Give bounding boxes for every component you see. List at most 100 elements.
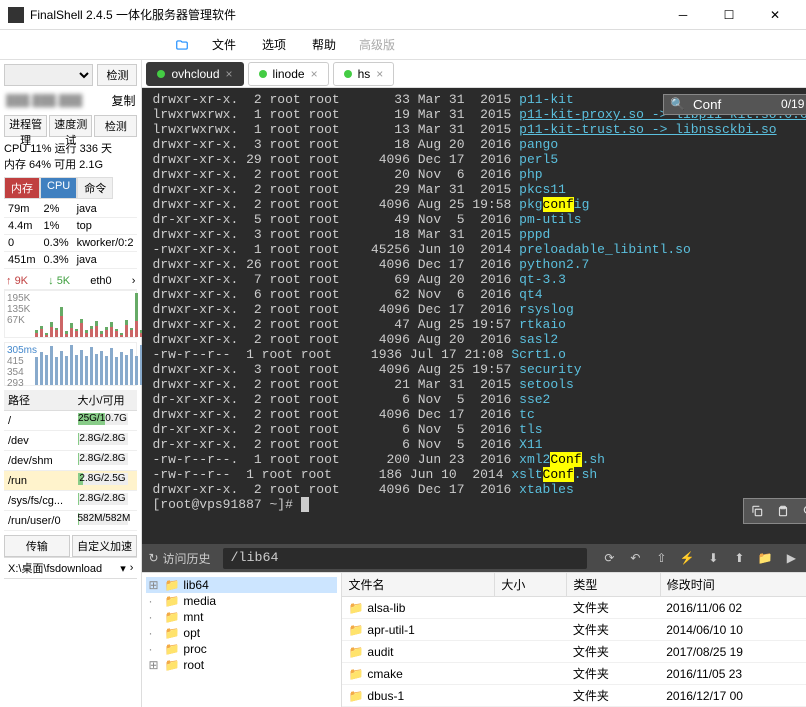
folder-icon: 📁 [164,626,179,640]
tree-node[interactable]: ⊞📁lib64 [146,577,337,593]
col-size[interactable]: 大小 [495,573,567,597]
terminal-line: drwxr-xr-x. 7 root root 69 Aug 20 2016 q… [152,272,806,287]
terminal-line: -rw-r--r--. 1 root root 200 Jun 23 2016 … [152,452,806,467]
tree-node[interactable]: ·📁mnt [146,609,337,625]
menu-file[interactable]: 文件 [201,31,247,58]
maximize-button[interactable]: ☐ [706,0,752,30]
tree-node[interactable]: ·📁opt [146,625,337,641]
menu-advanced[interactable]: 高级版 [359,36,395,53]
terminal-line: drwxr-xr-x. 2 root root 4096 Aug 20 2016… [152,332,806,347]
terminal-line: lrwxrwxrwx. 1 root root 13 Mar 31 2015 p… [152,122,806,137]
folder-tree[interactable]: ⊞📁lib64·📁media·📁mnt·📁opt·📁proc⊞📁root [142,573,342,707]
speed-test-button[interactable]: 速度测试 [49,115,92,137]
window-title: FinalShell 2.4.5 一体化服务器管理软件 [30,6,660,23]
session-tab[interactable]: hs× [333,62,395,86]
terminal-toolbox [743,498,806,524]
find-box[interactable]: 🔍 0/19 ‹ [663,94,806,115]
terminal-line: dr-xr-xr-x. 2 root root 6 Nov 5 2016 X11 [152,437,806,452]
tree-node[interactable]: ⊞📁root [146,657,337,673]
upload-icon[interactable]: ⬆ [729,548,749,568]
col-name[interactable]: 文件名 [342,573,494,597]
find-count: 0/19 [781,97,804,112]
chevron-right-icon[interactable]: › [130,562,134,574]
folder-icon[interactable] [175,37,189,52]
custom-accel-button[interactable]: 自定义加速 [72,535,138,557]
paste-icon[interactable] [772,501,794,521]
back-icon[interactable]: ↶ [625,548,645,568]
detect-button[interactable]: 检测 [97,64,137,86]
file-row[interactable]: 📁audit文件夹2017/08/25 19 [342,641,806,663]
tab-cpu[interactable]: CPU [40,177,77,199]
terminal-line: drwxr-xr-x. 2 root root 20 Nov 6 2016 ph… [152,167,806,182]
tab-cmd[interactable]: 命令 [77,177,113,199]
tree-node[interactable]: ·📁proc [146,641,337,657]
proc-mgr-button[interactable]: 进程管理 [4,115,47,137]
terminal-line: drwxr-xr-x. 2 root root 4096 Dec 17 2016… [152,482,806,497]
terminal-line: drwxr-xr-x. 29 root root 4096 Dec 17 201… [152,152,806,167]
disk-row[interactable]: /25G/10.7G [4,411,137,431]
file-row[interactable]: 📁alsa-lib文件夹2016/11/06 02 [342,597,806,619]
file-row[interactable]: 📁apr-util-1文件夹2014/06/10 10 [342,619,806,641]
disk-table: 路径大小/可用 /25G/10.7G/dev2.8G/2.8G/dev/shm2… [4,390,137,531]
disk-row[interactable]: /sys/fs/cg...2.8G/2.8G [4,491,137,511]
new-folder-icon[interactable]: 📁 [755,548,775,568]
disk-row[interactable]: /dev/shm2.8G/2.8G [4,451,137,471]
terminal-line: drwxr-xr-x. 2 root root 21 Mar 31 2015 s… [152,377,806,392]
menu-help[interactable]: 帮助 [301,31,347,58]
folder-icon: 📁 [348,689,363,703]
remote-path-input[interactable] [223,548,588,569]
process-row[interactable]: 79m2%java [4,201,137,218]
terminal-line: dr-xr-xr-x. 5 root root 49 Nov 5 2016 pm… [152,212,806,227]
tab-mem[interactable]: 内存 [4,177,40,199]
terminal-line: drwxr-xr-x. 26 root root 4096 Dec 17 201… [152,257,806,272]
copy-icon[interactable] [746,501,768,521]
menu-options[interactable]: 选项 [251,31,297,58]
download-icon[interactable]: ⬇ [703,548,723,568]
close-tab-icon[interactable]: × [226,67,233,81]
process-row[interactable]: 00.3%kworker/0:2 [4,235,137,252]
session-tab[interactable]: linode× [248,62,329,86]
server-ip: ███.███.███ [6,95,105,107]
up-icon[interactable]: ⇧ [651,548,671,568]
folder-icon: 📁 [348,601,363,615]
folder-icon: 📁 [164,658,179,672]
process-table: 79m2%java4.4m1%top00.3%kworker/0:2451m0.… [4,201,137,269]
terminal-line: drwxr-xr-x. 2 root root 47 Aug 25 19:57 … [152,317,806,332]
close-button[interactable]: ✕ [752,0,798,30]
terminal-line: drwxr-xr-x. 2 root root 4096 Dec 17 2016… [152,407,806,422]
detect2-button[interactable]: 检测 [94,115,137,137]
terminal[interactable]: 🔍 0/19 ‹ drwxr-xr-x. 2 root root 33 Mar … [142,88,806,544]
disk-row[interactable]: /run/user/0582M/582M [4,511,137,531]
terminal-line: -rwxr-xr-x. 1 root root 45256 Jun 10 201… [152,242,806,257]
copy-button[interactable]: 复制 [111,92,135,109]
close-tab-icon[interactable]: × [376,67,383,81]
status-dot-icon [157,70,165,78]
col-mtime[interactable]: 修改时间 [660,573,806,597]
folder-icon: 📁 [348,645,363,659]
tree-node[interactable]: ·📁media [146,593,337,609]
play-icon[interactable]: ▶ [781,548,801,568]
bolt-icon[interactable]: ⚡ [677,548,697,568]
file-list[interactable]: 文件名 大小 类型 修改时间 📁alsa-lib文件夹2016/11/06 02… [342,573,806,707]
file-row[interactable]: 📁dbus-1文件夹2016/12/17 00 [342,685,806,707]
process-row[interactable]: 451m0.3%java [4,252,137,269]
find-input[interactable] [693,97,773,112]
search-icon[interactable] [798,501,806,521]
disk-row[interactable]: /dev2.8G/2.8G [4,431,137,451]
process-row[interactable]: 4.4m1%top [4,218,137,235]
history-button[interactable]: ↻ 访问历史 [148,550,210,567]
chevron-right-icon[interactable]: › [132,275,136,287]
file-row[interactable]: 📁cmake文件夹2016/11/05 23 [342,663,806,685]
close-tab-icon[interactable]: × [311,67,318,81]
minimize-button[interactable]: ─ [660,0,706,30]
col-type[interactable]: 类型 [567,573,660,597]
server-select[interactable] [4,64,93,86]
refresh-icon[interactable]: ⟳ [599,548,619,568]
session-tab[interactable]: ovhcloud× [146,62,243,86]
folder-icon: 📁 [164,642,179,656]
transfer-button[interactable]: 传输 [4,535,70,557]
chevron-down-icon[interactable]: ▾ [120,562,126,575]
disk-row[interactable]: /run2.8G/2.5G [4,471,137,491]
mem-stat: 内存 64% 可用 2.1G [4,157,137,173]
status-dot-icon [259,70,267,78]
